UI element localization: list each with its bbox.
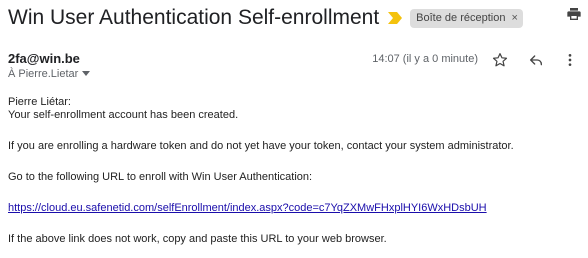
- subject-row: Win User Authentication Self-enrollment …: [8, 4, 580, 32]
- star-icon[interactable]: [492, 52, 508, 73]
- email-body: Pierre Liétar: Your self-enrollment acco…: [8, 96, 580, 246]
- body-line-hardware-token: If you are enrolling a hardware token an…: [8, 140, 514, 152]
- chevron-down-icon: [82, 71, 91, 76]
- recipient-details[interactable]: À Pierre.Lietar: [8, 68, 91, 80]
- inbox-label-text: Boîte de réception: [416, 12, 506, 24]
- recipient-label: À Pierre.Lietar: [8, 68, 79, 80]
- important-marker-icon[interactable]: [388, 12, 403, 24]
- email-timestamp: 14:07 (il y a 0 minute): [372, 53, 478, 65]
- more-vert-icon[interactable]: [562, 52, 578, 73]
- body-line-created: Your self-enrollment account has been cr…: [8, 109, 239, 121]
- remove-label-button[interactable]: ×: [511, 12, 517, 24]
- reply-icon[interactable]: [528, 52, 544, 73]
- enrollment-link[interactable]: https://cloud.eu.safenetid.com/selfEnrol…: [8, 202, 487, 214]
- inbox-label-chip[interactable]: Boîte de réception ×: [410, 8, 523, 28]
- body-line-go-to-url: Go to the following URL to enroll with W…: [8, 171, 313, 183]
- email-subject: Win User Authentication Self-enrollment: [8, 6, 380, 29]
- body-line-copy-paste: If the above link does not work, copy an…: [8, 233, 387, 245]
- greeting-line: Pierre Liétar:: [8, 96, 71, 108]
- sender-row: 2fa@win.be À Pierre.Lietar 14:07 (il y a…: [8, 50, 580, 84]
- sender-address: 2fa@win.be: [8, 51, 80, 66]
- print-icon[interactable]: [566, 6, 582, 27]
